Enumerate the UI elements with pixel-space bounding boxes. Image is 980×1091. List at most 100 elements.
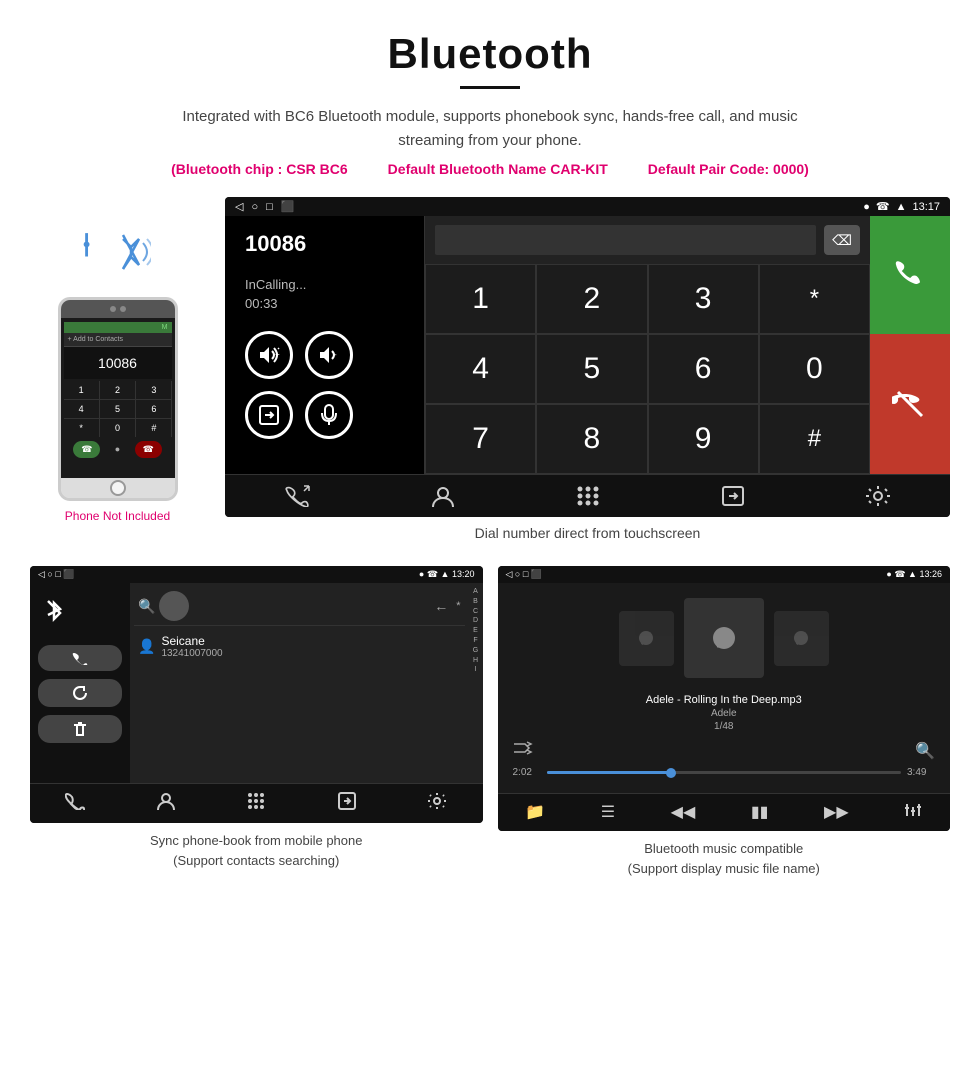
volume-up-button[interactable]: + xyxy=(245,331,293,379)
backspace-button[interactable]: ⌫ xyxy=(824,225,860,255)
call-timer: 00:33 xyxy=(245,296,404,311)
pb-alpha-g[interactable]: G xyxy=(473,646,478,656)
transfer-call-button[interactable] xyxy=(245,391,293,439)
pb-toolbar-transfer-icon[interactable] xyxy=(337,792,357,815)
toolbar-transfer-icon[interactable] xyxy=(720,485,746,507)
phonebook-screen: ◁ ○ □ ⬛ ● ☎ ▲ 13:20 xyxy=(30,566,483,823)
car-status-right: ● ☎ ▲ 13:17 xyxy=(863,200,940,213)
phonebook-caption-line2: (Support contacts searching) xyxy=(173,853,339,868)
bluetooth-symbol-icon: ⍿ xyxy=(83,227,91,265)
call-green-button[interactable] xyxy=(870,216,950,334)
pb-contact-row[interactable]: 👤 Seicane 13241007000 xyxy=(134,626,465,667)
phone-screen: M + Add to Contacts 10086 1 2 3 4 5 6 * … xyxy=(61,318,175,478)
pb-search-row: 🔍 ← * xyxy=(134,587,465,626)
spec-chip: (Bluetooth chip : CSR BC6 xyxy=(171,161,348,177)
pb-toolbar-contacts-icon[interactable] xyxy=(156,792,176,815)
pb-alpha-a[interactable]: A xyxy=(473,587,478,597)
music-controls-row: 🔍 xyxy=(513,740,936,761)
pb-asterisk: * xyxy=(456,600,460,612)
music-song-title: Adele - Rolling In the Deep.mp3 xyxy=(646,694,802,706)
toolbar-call-icon[interactable] xyxy=(285,485,311,507)
pb-alpha-e[interactable]: E xyxy=(473,626,478,636)
pb-alphabet-sidebar: A B C D E F G H I xyxy=(469,583,483,783)
pb-alpha-b[interactable]: B xyxy=(473,597,478,607)
music-search-icon[interactable]: 🔍 xyxy=(915,741,935,761)
music-progress-bar[interactable] xyxy=(547,771,902,774)
dialkey-star[interactable]: * xyxy=(759,264,870,334)
music-album-prev: ♫ xyxy=(619,611,674,666)
music-toolbar-pause-icon[interactable]: ▮▮ xyxy=(751,802,769,823)
mute-button[interactable] xyxy=(305,391,353,439)
dialkey-3[interactable]: 3 xyxy=(648,264,759,334)
dialkey-1[interactable]: 1 xyxy=(425,264,536,334)
car-status-left: ◁ ○ □ ⬛ xyxy=(235,200,294,213)
pb-alpha-h[interactable]: H xyxy=(473,656,478,666)
music-toolbar-equalizer-icon[interactable] xyxy=(904,802,922,823)
music-toolbar-prev-icon[interactable]: ◀◀ xyxy=(671,802,696,823)
phone-screen-top: M xyxy=(64,322,172,333)
pb-alpha-c[interactable]: C xyxy=(473,607,478,617)
dial-pad: ⌫ 1 xyxy=(425,216,950,474)
pb-toolbar-call-icon[interactable] xyxy=(65,792,85,815)
pb-contact-info: Seicane 13241007000 xyxy=(161,634,222,659)
phonebook-item: ◁ ○ □ ⬛ ● ☎ ▲ 13:20 xyxy=(30,566,483,878)
call-buttons-row1: + - xyxy=(245,331,404,379)
pb-alpha-i[interactable]: I xyxy=(475,665,477,675)
call-display: 10086 InCalling... 00:33 + xyxy=(225,216,950,474)
music-toolbar-next-icon[interactable]: ▶▶ xyxy=(824,802,849,823)
pb-contact-person-icon: 👤 xyxy=(138,638,155,655)
music-artist: Adele xyxy=(711,708,737,719)
pb-bluetooth-icon xyxy=(38,591,122,637)
pb-delete-button[interactable] xyxy=(38,715,122,743)
dial-input-field[interactable] xyxy=(435,225,816,255)
bottom-screenshots: ◁ ○ □ ⬛ ● ☎ ▲ 13:20 xyxy=(0,566,980,898)
pb-status-right: ● ☎ ▲ 13:20 xyxy=(419,569,475,580)
dialkey-0[interactable]: 0 xyxy=(759,334,870,404)
pb-back-arrow-icon[interactable]: ← xyxy=(434,598,448,614)
phone-not-included-label: Phone Not Included xyxy=(65,509,170,523)
dialkey-hash[interactable]: # xyxy=(759,404,870,474)
dialkey-9[interactable]: 9 xyxy=(648,404,759,474)
phone-key-2: 2 xyxy=(100,381,135,399)
music-screen: ◁ ○ □ ⬛ ● ☎ ▲ 13:26 ♫ ♫ ♫ xyxy=(498,566,951,831)
phone-key-hash: # xyxy=(136,419,171,437)
dialkey-5[interactable]: 5 xyxy=(536,334,647,404)
pb-toolbar-dialpad-icon[interactable] xyxy=(246,792,266,815)
dialkey-7[interactable]: 7 xyxy=(425,404,536,474)
music-album-next: ♫ xyxy=(774,611,829,666)
music-progress-row: 2:02 3:49 xyxy=(513,767,936,778)
phone-top-bar xyxy=(61,300,175,318)
pb-sidebar xyxy=(30,583,130,783)
toolbar-dialpad-icon[interactable] xyxy=(575,485,601,507)
pb-search-icon[interactable]: 🔍 xyxy=(138,598,155,615)
music-caption-line2: (Support display music file name) xyxy=(628,861,820,876)
car-status-bar: ◁ ○ □ ⬛ ● ☎ ▲ 13:17 xyxy=(225,197,950,216)
phone-end-button: ☎ xyxy=(135,441,162,458)
page-title: Bluetooth xyxy=(40,30,940,78)
svg-text:+: + xyxy=(275,350,280,359)
phone-status-icon: ☎ xyxy=(876,200,890,213)
music-toolbar-folder-icon[interactable]: 📁 xyxy=(525,802,545,823)
pb-refresh-button[interactable] xyxy=(38,679,122,707)
dialkey-6[interactable]: 6 xyxy=(648,334,759,404)
toolbar-contacts-icon[interactable] xyxy=(430,485,456,507)
car-screen-section: ◁ ○ □ ⬛ ● ☎ ▲ 13:17 10086 InCalling... xyxy=(225,197,950,556)
pb-contact-number: 13241007000 xyxy=(161,648,222,659)
call-buttons-row2 xyxy=(245,391,404,439)
pb-call-button[interactable] xyxy=(38,645,122,671)
dialkey-2[interactable]: 2 xyxy=(536,264,647,334)
toolbar-settings-icon[interactable] xyxy=(865,485,891,507)
dialkey-4[interactable]: 4 xyxy=(425,334,536,404)
dialkey-8[interactable]: 8 xyxy=(536,404,647,474)
music-toolbar-list-icon[interactable]: ☰ xyxy=(601,802,615,823)
svg-text:-: - xyxy=(334,350,337,359)
pb-toolbar-settings-icon[interactable] xyxy=(427,792,447,815)
call-number: 10086 xyxy=(245,231,404,257)
nav-recent-icon: □ xyxy=(266,201,273,213)
volume-down-button[interactable]: - xyxy=(305,331,353,379)
music-progress-fill xyxy=(547,771,671,774)
end-call-red-button[interactable] xyxy=(870,334,950,474)
music-shuffle-icon[interactable] xyxy=(513,740,533,761)
pb-alpha-f[interactable]: F xyxy=(473,636,477,646)
pb-alpha-d[interactable]: D xyxy=(473,616,478,626)
